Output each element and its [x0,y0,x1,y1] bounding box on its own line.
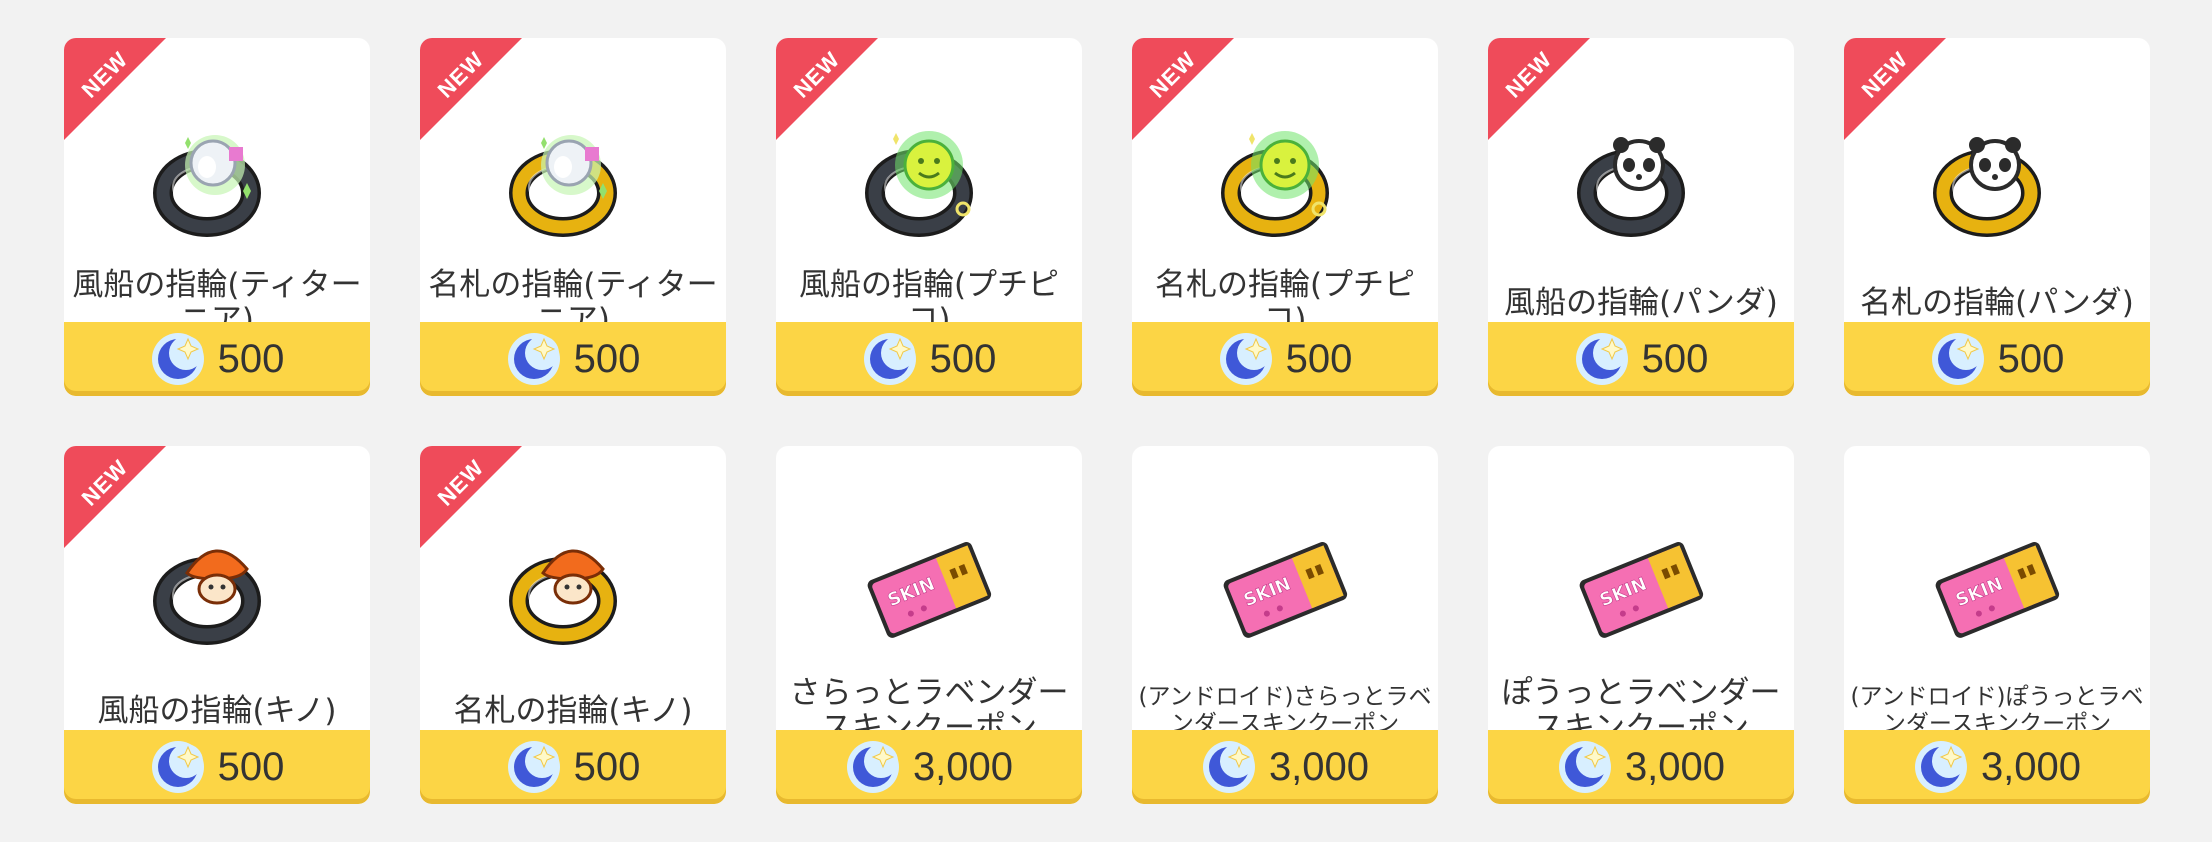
moon-currency-icon [1913,739,1969,795]
price-value: 500 [1997,336,2065,381]
price-button[interactable]: 500 [64,730,370,804]
price-value: 500 [573,744,641,789]
product-card[interactable]: NEW 風船の指輪(ティターニア) 500 [64,38,370,396]
price-button[interactable]: 500 [1488,322,1794,396]
price-button[interactable]: 500 [64,322,370,396]
skin-coupon-icon: SKIN [1844,514,2150,664]
moon-currency-icon [845,739,901,795]
product-card[interactable]: SKIN さらっとラベンダースキンクーポン 3,000 [776,446,1082,804]
price-value: 500 [929,336,997,381]
moon-currency-icon [150,739,206,795]
product-card[interactable]: NEW 風船の指輪(プチピコ) 500 [776,38,1082,396]
price-value: 3,000 [1268,744,1370,789]
moon-currency-icon [1201,739,1257,795]
moon-currency-icon [862,331,918,387]
ring-titania-icon [64,106,370,256]
price-value: 3,000 [1624,744,1726,789]
moon-currency-icon [506,331,562,387]
ring-kino-icon [64,514,370,664]
moon-currency-icon [506,739,562,795]
new-badge-label: NEW [1144,46,1201,103]
product-card[interactable]: SKIN (アンドロイド)さらっとラベンダースキンクーポン 3,000 [1132,446,1438,804]
new-badge-label: NEW [432,46,489,103]
price-value: 500 [1641,336,1709,381]
price-button[interactable]: 3,000 [1488,730,1794,804]
price-value: 500 [217,336,285,381]
moon-currency-icon [1574,331,1630,387]
product-card[interactable]: NEW 風船の指輪(キノ) 500 [64,446,370,804]
new-badge-label: NEW [1856,46,1913,103]
price-button[interactable]: 500 [776,322,1082,396]
price-button[interactable]: 500 [1844,322,2150,396]
product-card[interactable]: NEW 名札の指輪(パンダ) 500 [1844,38,2150,396]
ring-puchipico-icon [776,106,1082,256]
product-grid: NEW 風船の指輪(ティターニア) 500 NEW 名札の指輪(ティターニア) … [64,38,2150,804]
new-badge-label: NEW [788,46,845,103]
product-card[interactable]: NEW 名札の指輪(キノ) 500 [420,446,726,804]
price-button[interactable]: 500 [420,730,726,804]
price-button[interactable]: 3,000 [1844,730,2150,804]
new-badge-label: NEW [1500,46,1557,103]
ring-puchipico-icon [1132,106,1438,256]
ring-panda-icon [1844,106,2150,256]
moon-currency-icon [1218,331,1274,387]
ring-kino-icon [420,514,726,664]
product-card[interactable]: NEW 名札の指輪(プチピコ) 500 [1132,38,1438,396]
price-button[interactable]: 3,000 [776,730,1082,804]
moon-currency-icon [150,331,206,387]
ring-titania-icon [420,106,726,256]
product-card[interactable]: SKIN (アンドロイド)ぽうっとラベンダースキンクーポン 3,000 [1844,446,2150,804]
product-card[interactable]: NEW 風船の指輪(パンダ) 500 [1488,38,1794,396]
new-badge-label: NEW [76,454,133,511]
price-value: 500 [573,336,641,381]
price-button[interactable]: 3,000 [1132,730,1438,804]
skin-coupon-icon: SKIN [776,514,1082,664]
skin-coupon-icon: SKIN [1488,514,1794,664]
price-button[interactable]: 500 [1132,322,1438,396]
ring-panda-icon [1488,106,1794,256]
moon-currency-icon [1930,331,1986,387]
price-value: 500 [217,744,285,789]
new-badge-label: NEW [76,46,133,103]
price-button[interactable]: 500 [420,322,726,396]
product-card[interactable]: NEW 名札の指輪(ティターニア) 500 [420,38,726,396]
skin-coupon-icon: SKIN [1132,514,1438,664]
moon-currency-icon [1557,739,1613,795]
price-value: 500 [1285,336,1353,381]
new-badge-label: NEW [432,454,489,511]
product-card[interactable]: SKIN ぽうっとラベンダースキンクーポン 3,000 [1488,446,1794,804]
price-value: 3,000 [912,744,1014,789]
price-value: 3,000 [1980,744,2082,789]
